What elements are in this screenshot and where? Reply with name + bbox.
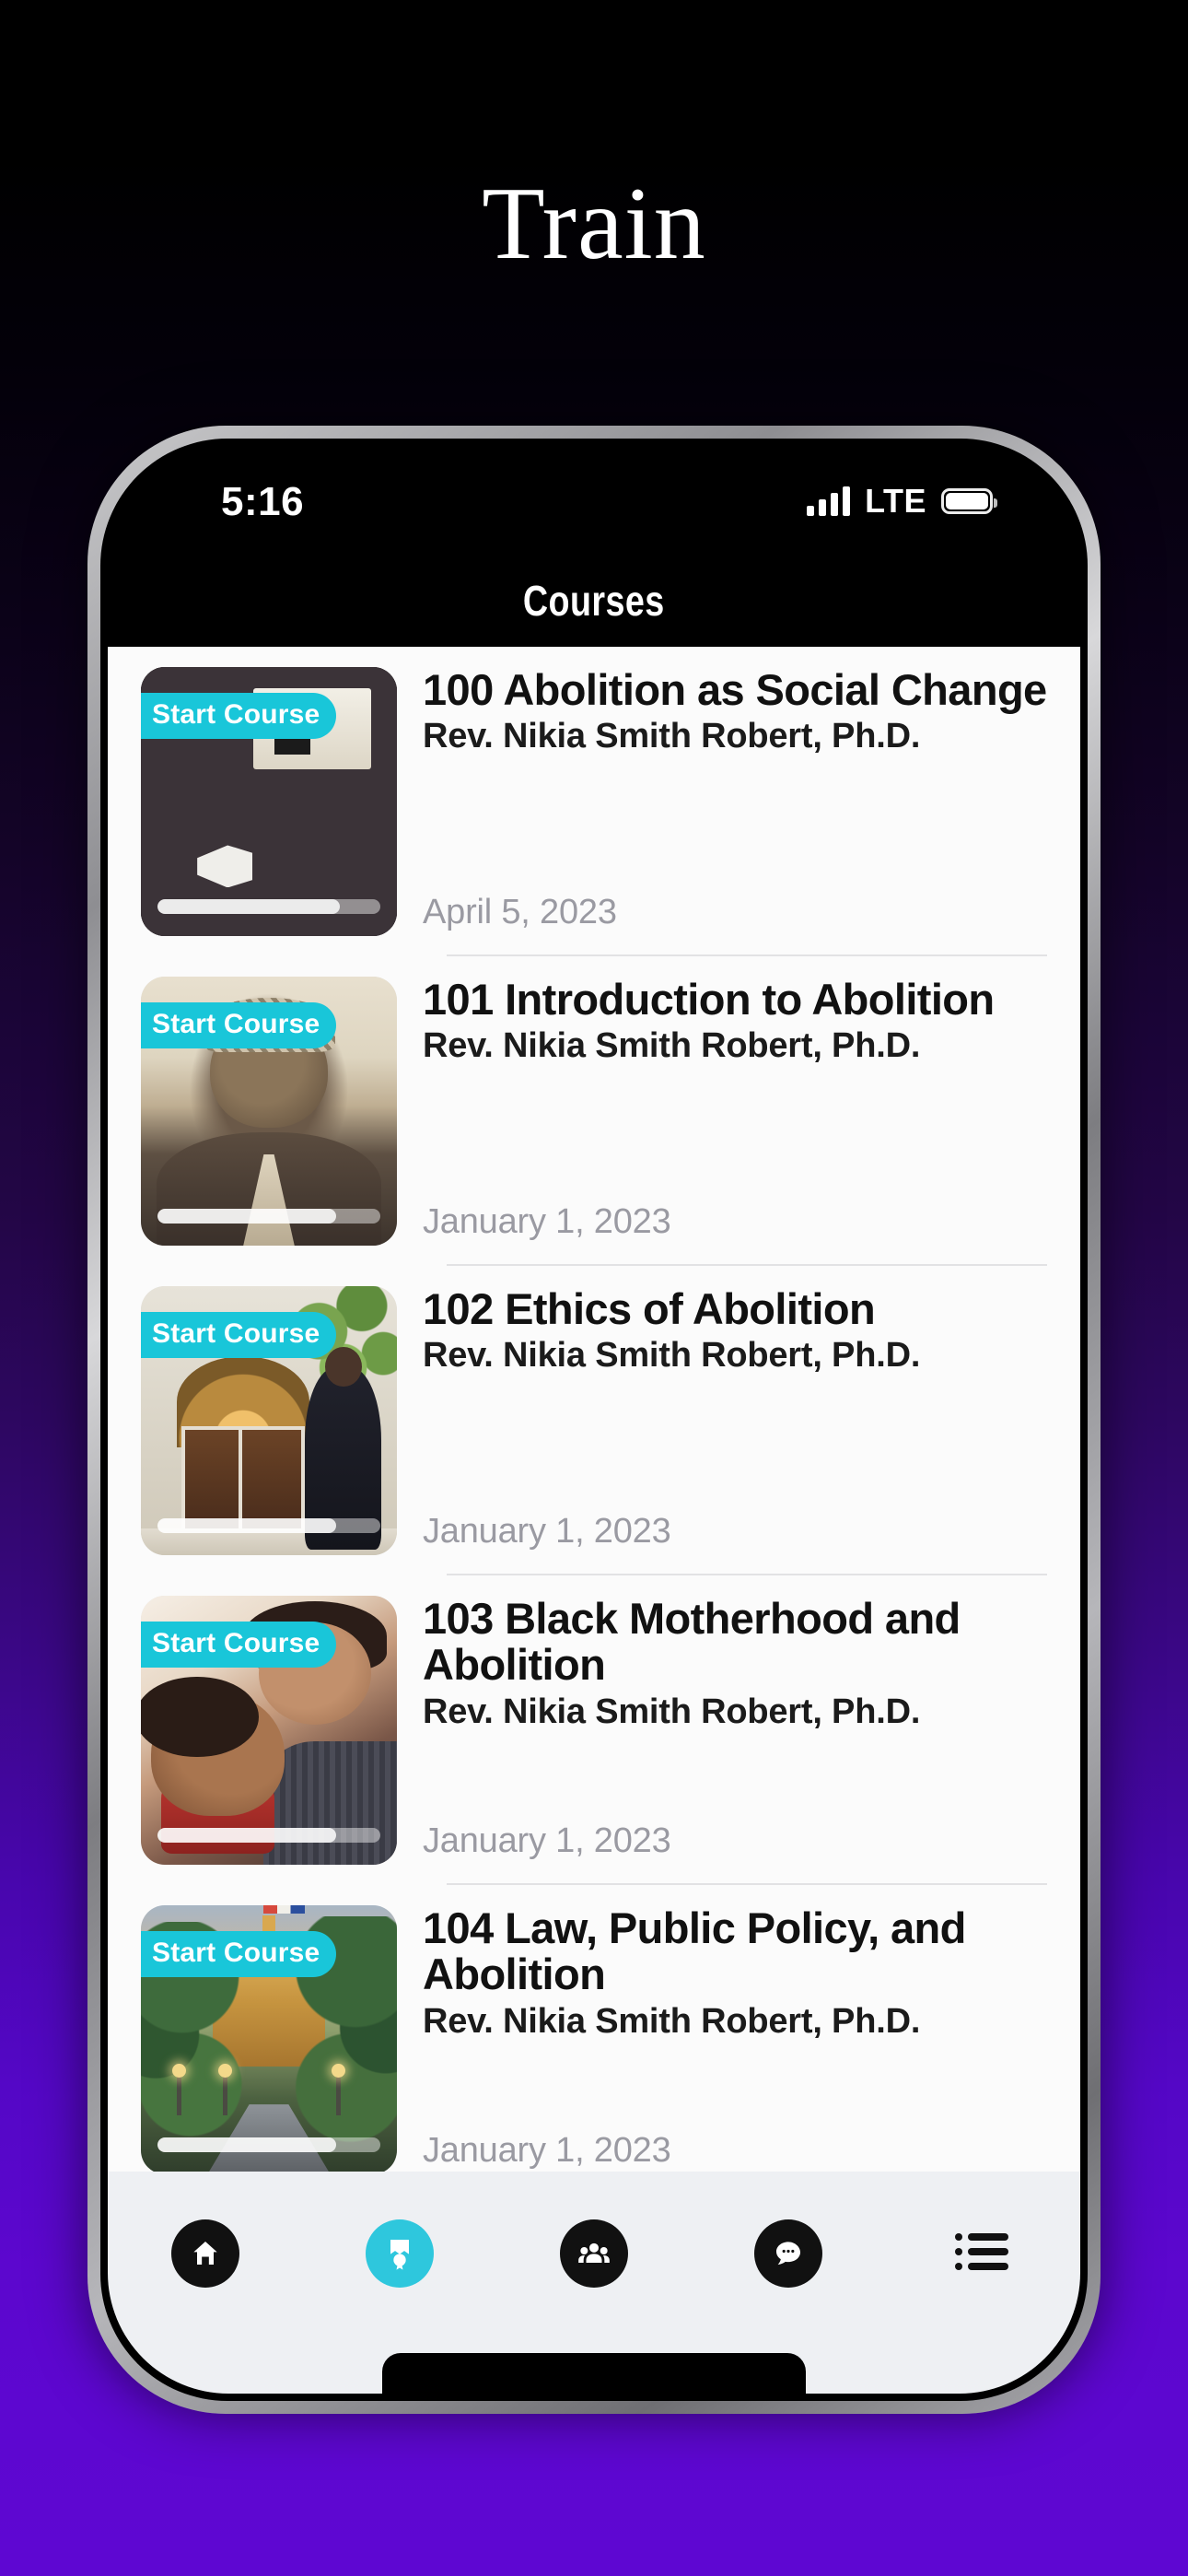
course-progress-bar (157, 1828, 380, 1843)
tab-community[interactable] (496, 2219, 691, 2288)
tab-menu[interactable] (886, 2231, 1080, 2277)
course-title: 103 Black Motherhood and Abolition (423, 1594, 961, 1690)
home-icon[interactable] (170, 2219, 239, 2288)
home-indicator (382, 2353, 806, 2394)
bottom-tab-bar (108, 2172, 1080, 2394)
course-thumbnail[interactable]: Start Course (141, 667, 397, 936)
phone-bezel: 5:16 LTE Courses Start Course 100 Abolit… (100, 439, 1088, 2401)
course-author: Rev. Nikia Smith Robert, Ph.D. (423, 2001, 921, 2041)
course-progress-bar (157, 899, 380, 914)
status-indicators: LTE (807, 481, 997, 521)
list-menu-icon[interactable] (954, 2231, 1011, 2277)
course-date: January 1, 2023 (423, 2131, 671, 2170)
course-date: January 1, 2023 (423, 1202, 671, 1241)
course-author: Rev. Nikia Smith Robert, Ph.D. (423, 1026, 921, 1066)
start-course-badge[interactable]: Start Course (141, 1622, 337, 1668)
course-meta: 102 Ethics of Abolition Rev. Nikia Smith… (397, 1284, 1047, 1575)
phone-screen: 5:16 LTE Courses Start Course 100 Abolit… (108, 446, 1080, 2394)
course-date: April 5, 2023 (423, 893, 617, 931)
course-progress-bar (157, 2137, 380, 2152)
course-title: 102 Ethics of Abolition (423, 1284, 876, 1333)
tab-chat[interactable] (692, 2219, 886, 2288)
course-date: January 1, 2023 (423, 1821, 671, 1860)
start-course-badge[interactable]: Start Course (141, 1931, 337, 1977)
course-author: Rev. Nikia Smith Robert, Ph.D. (423, 717, 921, 756)
tab-courses[interactable] (302, 2219, 496, 2288)
courses-icon[interactable] (365, 2219, 434, 2288)
course-author: Rev. Nikia Smith Robert, Ph.D. (423, 1692, 921, 1731)
course-thumbnail[interactable]: Start Course (141, 1596, 397, 1865)
status-time: 5:16 (221, 479, 305, 524)
nav-title: Courses (523, 577, 665, 625)
start-course-badge[interactable]: Start Course (141, 693, 337, 739)
course-author: Rev. Nikia Smith Robert, Ph.D. (423, 1336, 921, 1376)
start-course-badge[interactable]: Start Course (141, 1002, 337, 1048)
course-progress-bar (157, 1518, 380, 1533)
course-title: 104 Law, Public Policy, and Abolition (423, 1903, 966, 1999)
course-title: 101 Introduction to Abolition (423, 975, 995, 1024)
course-thumbnail[interactable]: Start Course (141, 977, 397, 1246)
status-bar: 5:16 LTE (108, 446, 1080, 555)
course-meta: 104 Law, Public Policy, and Abolition Re… (397, 1903, 1047, 2172)
course-meta: 100 Abolition as Social Change Rev. Niki… (397, 665, 1047, 956)
tab-home[interactable] (108, 2219, 302, 2288)
network-type-label: LTE (865, 482, 926, 520)
course-list-item[interactable]: Start Course 103 Black Motherhood and Ab… (108, 1575, 1080, 1885)
phone-device-frame: 5:16 LTE Courses Start Course 100 Abolit… (87, 426, 1101, 2414)
course-thumbnail[interactable]: Start Course (141, 1905, 397, 2172)
course-meta: 103 Black Motherhood and Abolition Rev. … (397, 1594, 1047, 1885)
course-date: January 1, 2023 (423, 1512, 671, 1551)
screenshot-canvas: Train 5:16 LTE Courses Start Course 100 … (0, 0, 1188, 2576)
course-list-item[interactable]: Start Course 100 Abolition as Social Cha… (108, 647, 1080, 956)
chat-icon[interactable] (754, 2219, 823, 2288)
course-thumbnail[interactable]: Start Course (141, 1286, 397, 1555)
cellular-bars-icon (807, 486, 851, 516)
course-meta: 101 Introduction to Abolition Rev. Nikia… (397, 975, 1047, 1266)
course-list-item[interactable]: Start Course 104 Law, Public Policy, and… (108, 1885, 1080, 2172)
course-title: 100 Abolition as Social Change (423, 665, 1047, 714)
community-icon[interactable] (560, 2219, 628, 2288)
course-list-item[interactable]: Start Course 102 Ethics of Abolition Rev… (108, 1266, 1080, 1575)
page-title: Train (482, 167, 706, 281)
start-course-badge[interactable]: Start Course (141, 1312, 337, 1358)
course-list[interactable]: Start Course 100 Abolition as Social Cha… (108, 647, 1080, 2172)
battery-full-icon (941, 488, 997, 514)
course-list-item[interactable]: Start Course 101 Introduction to Aboliti… (108, 956, 1080, 1266)
navigation-header: Courses (108, 555, 1080, 647)
course-progress-bar (157, 1209, 380, 1224)
